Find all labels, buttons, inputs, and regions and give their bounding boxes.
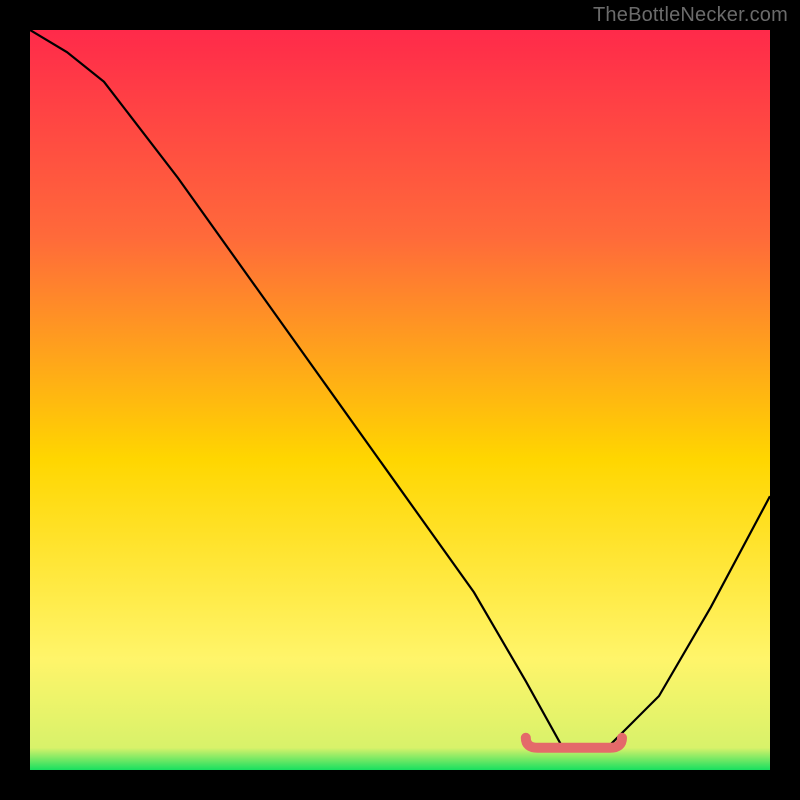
chart-svg — [30, 30, 770, 770]
watermark-text: TheBottleNecker.com — [593, 4, 788, 27]
gradient-fill — [30, 30, 770, 770]
chart-container: TheBottleNecker.com — [0, 0, 800, 800]
plot-area — [30, 30, 770, 770]
